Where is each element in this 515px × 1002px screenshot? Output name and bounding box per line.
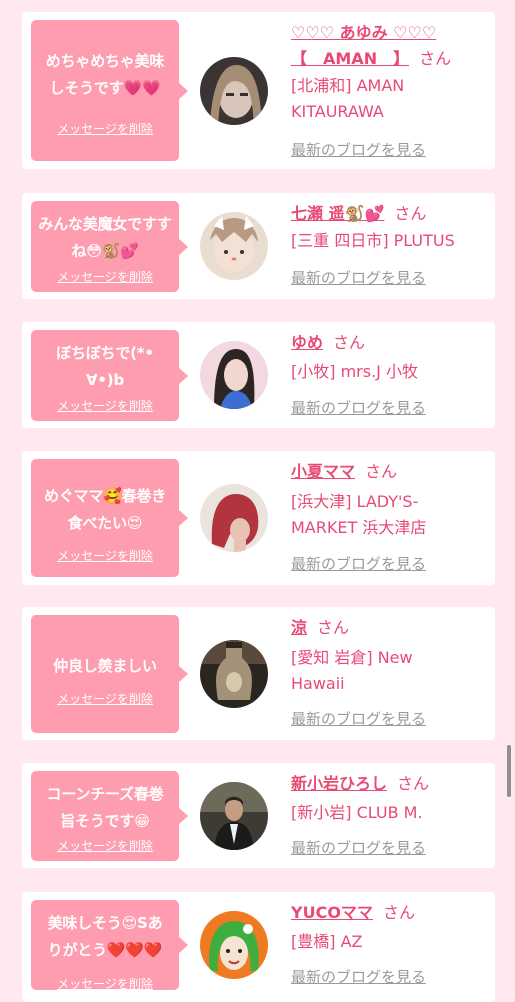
avatar[interactable] <box>200 212 268 280</box>
latest-blog-link[interactable]: 最新のブログを見る <box>291 140 426 160</box>
message-line: ぼちぼちで(*• <box>56 344 154 362</box>
user-name-link[interactable]: YUCOママ <box>291 903 373 922</box>
message-text: みんな美魔女ですす ね😳🐒💕 <box>35 211 175 265</box>
user-name-link[interactable]: ゆめ <box>291 333 323 352</box>
delete-message-link[interactable]: メッセージを削除 <box>31 269 179 285</box>
honorific: さん <box>317 618 350 637</box>
message-text: ぼちぼちで(*• ∀•)b <box>35 340 175 394</box>
avatar[interactable] <box>200 57 268 125</box>
delete-message-link[interactable]: メッセージを削除 <box>31 121 179 137</box>
message-card: ぼちぼちで(*• ∀•)b メッセージを削除 ゆめ さん [小牧] mrs.J 小… <box>22 322 495 428</box>
honorific: さん <box>382 903 415 922</box>
store-info: [新小岩] CLUB M. <box>291 800 491 826</box>
name-line: 【 AMAN 】さん <box>291 46 491 72</box>
store-line: [新小岩] CLUB M. <box>291 803 423 822</box>
message-line: めちゃめちゃ美味 <box>45 52 165 70</box>
latest-blog-link[interactable]: 最新のブログを見る <box>291 554 426 574</box>
store-info: [愛知 岩倉] New Hawaii <box>291 645 491 697</box>
latest-blog-link[interactable]: 最新のブログを見る <box>291 967 426 987</box>
store-info: [小牧] mrs.J 小牧 <box>291 359 491 385</box>
user-name-link[interactable]: 涼 <box>291 618 307 637</box>
store-line: [愛知 岩倉] New <box>291 648 413 667</box>
name-line: ゆめ さん <box>291 330 491 356</box>
avatar[interactable] <box>200 782 268 850</box>
delete-message-link[interactable]: メッセージを削除 <box>31 838 179 854</box>
message-bubble: 仲良し羨ましい メッセージを削除 <box>31 615 188 733</box>
store-line: KITAURAWA <box>291 102 384 121</box>
message-line: みんな美魔女ですす <box>38 215 172 233</box>
store-line: Hawaii <box>291 674 345 693</box>
honorific: さん <box>419 49 452 68</box>
avatar[interactable] <box>200 484 268 552</box>
latest-blog-link[interactable]: 最新のブログを見る <box>291 398 426 418</box>
message-bubble: コーンチーズ春巻 旨そうです😁 メッセージを削除 <box>31 771 188 861</box>
store-line: [北浦和] AMAN <box>291 76 405 95</box>
avatar[interactable] <box>200 640 268 708</box>
message-card: みんな美魔女ですす ね😳🐒💕 メッセージを削除 七瀬 遥🐒💕 さん [三重 四日… <box>22 193 495 299</box>
message-line: ∀•)b <box>86 371 124 389</box>
message-bubble: ぼちぼちで(*• ∀•)b メッセージを削除 <box>31 330 188 421</box>
message-line: りがとう❤️❤️❤️ <box>47 941 163 959</box>
message-line: めぐママ🥰春巻き <box>43 487 167 505</box>
name-line: ♡♡♡ あゆみ ♡♡♡ <box>291 20 491 46</box>
message-text: めぐママ🥰春巻き 食べたい😍 <box>35 483 175 537</box>
message-card: めちゃめちゃ美味 しそうです💗💗 メッセージを削除 ♡♡♡ あゆみ ♡♡♡ 【 … <box>22 12 495 169</box>
user-name-link[interactable]: 七瀬 遥🐒💕 <box>291 204 384 223</box>
message-line: 食べたい😍 <box>67 514 143 532</box>
store-line: [浜大津] LADY'S- <box>291 492 419 511</box>
message-bubble: 美味しそう😍Sあ りがとう❤️❤️❤️ メッセージを削除 <box>31 900 188 992</box>
avatar[interactable] <box>200 911 268 979</box>
delete-message-link[interactable]: メッセージを削除 <box>31 976 179 992</box>
store-info: [三重 四日市] PLUTUS <box>291 228 491 254</box>
name-line: 小夏ママ さん <box>291 459 491 485</box>
honorific: さん <box>394 204 427 223</box>
delete-message-link[interactable]: メッセージを削除 <box>31 548 179 564</box>
store-line: [三重 四日市] PLUTUS <box>291 231 455 250</box>
latest-blog-link[interactable]: 最新のブログを見る <box>291 838 426 858</box>
delete-message-link[interactable]: メッセージを削除 <box>31 691 179 707</box>
honorific: さん <box>333 333 366 352</box>
delete-message-link[interactable]: メッセージを削除 <box>31 398 179 414</box>
user-name-link[interactable]: 新小岩ひろし <box>291 774 387 793</box>
message-bubble: みんな美魔女ですす ね😳🐒💕 メッセージを削除 <box>31 201 188 292</box>
message-card: 仲良し羨ましい メッセージを削除 涼さん [愛知 岩倉] New Hawaii … <box>22 607 495 740</box>
name-line: 新小岩ひろし さん <box>291 771 491 797</box>
message-card: コーンチーズ春巻 旨そうです😁 メッセージを削除 新小岩ひろし さん [新小岩] … <box>22 763 495 868</box>
user-name-link-continued[interactable]: 【 AMAN 】 <box>291 49 409 68</box>
message-card: 美味しそう😍Sあ りがとう❤️❤️❤️ メッセージを削除 YUCOママ さん [豊… <box>22 892 495 1002</box>
message-bubble: めぐママ🥰春巻き 食べたい😍 メッセージを削除 <box>31 459 188 577</box>
message-line: 仲良し羨ましい <box>53 657 157 675</box>
message-text: めちゃめちゃ美味 しそうです💗💗 <box>35 48 175 102</box>
honorific: さん <box>397 774 430 793</box>
message-card: めぐママ🥰春巻き 食べたい😍 メッセージを削除 小夏ママ さん [浜大津] LAD… <box>22 451 495 585</box>
avatar[interactable] <box>200 341 268 409</box>
user-name-link[interactable]: ♡♡♡ あゆみ ♡♡♡ <box>291 23 436 42</box>
message-line: しそうです💗💗 <box>49 79 161 97</box>
user-name-link[interactable]: 小夏ママ <box>291 462 355 481</box>
store-line: MARKET 浜大津店 <box>291 518 427 537</box>
latest-blog-link[interactable]: 最新のブログを見る <box>291 709 426 729</box>
message-text: 仲良し羨ましい <box>35 653 175 680</box>
message-line: 美味しそう😍Sあ <box>47 914 163 932</box>
store-info: [浜大津] LADY'S- MARKET 浜大津店 <box>291 489 491 541</box>
scrollbar[interactable] <box>507 745 511 797</box>
latest-blog-link[interactable]: 最新のブログを見る <box>291 268 426 288</box>
message-text: 美味しそう😍Sあ りがとう❤️❤️❤️ <box>35 910 175 964</box>
honorific: さん <box>365 462 398 481</box>
message-line: コーンチーズ春巻 <box>46 785 164 803</box>
store-info: [豊橋] AZ <box>291 929 491 955</box>
message-line: 旨そうです😁 <box>60 812 150 830</box>
name-line: 七瀬 遥🐒💕 さん <box>291 201 491 227</box>
store-info: [北浦和] AMAN KITAURAWA <box>291 73 491 125</box>
message-text: コーンチーズ春巻 旨そうです😁 <box>35 781 175 835</box>
name-line: 涼さん <box>291 615 491 641</box>
store-line: [小牧] mrs.J 小牧 <box>291 362 418 381</box>
store-line: [豊橋] AZ <box>291 932 363 951</box>
name-line: YUCOママ さん <box>291 900 491 926</box>
message-bubble: めちゃめちゃ美味 しそうです💗💗 メッセージを削除 <box>31 20 188 161</box>
message-line: ね😳🐒💕 <box>71 242 139 260</box>
